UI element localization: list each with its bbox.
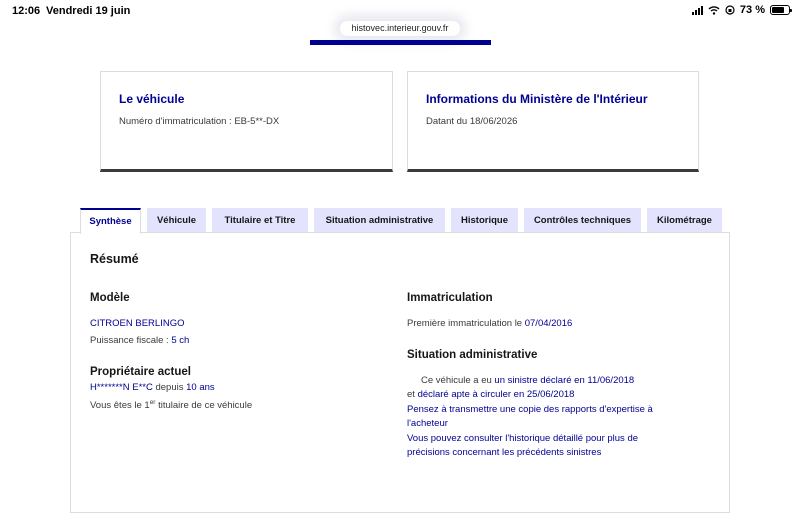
summary-title: Résumé: [90, 252, 139, 266]
tab-historique[interactable]: Historique: [451, 208, 518, 233]
sinistre-link[interactable]: un sinistre déclaré en 11/06/2018: [494, 375, 634, 386]
tab-kilometrage[interactable]: Kilométrage: [647, 208, 722, 233]
owner-heading: Propriétaire actuel: [90, 366, 191, 378]
owner-duration: 10 ans: [186, 382, 215, 393]
history-details-line-2[interactable]: précisions concernant les précédents sin…: [407, 446, 601, 461]
vehicle-card: Le véhicule Numéro d'immatriculation : E…: [100, 71, 393, 172]
status-indicators: 73 %: [691, 4, 792, 16]
fiscal-power-label: Puissance fiscale :: [90, 335, 172, 346]
status-date: Vendredi 19 juin: [46, 5, 131, 17]
owner-line: H*******N E**C depuis 10 ans: [90, 381, 215, 396]
owner-rank-suffix: titulaire de ce véhicule: [155, 400, 253, 411]
status-time: 12:06: [12, 5, 41, 17]
tab-bar: Synthèse Véhicule Titulaire et Titre Sit…: [80, 208, 722, 234]
tab-vehicule[interactable]: Véhicule: [147, 208, 206, 233]
first-registration: Première immatriculation le 07/04/2016: [407, 317, 572, 332]
ministry-card-title: Informations du Ministère de l'Intérieur: [426, 92, 648, 106]
owner-rank-prefix: Vous êtes le 1: [90, 400, 150, 411]
admin-line-1: Ce véhicule a eu un sinistre déclaré en …: [421, 374, 634, 389]
first-registration-date: 07/04/2016: [524, 318, 573, 329]
cellular-signal-icon: [691, 5, 703, 15]
vehicle-card-title: Le véhicule: [119, 92, 185, 106]
fiscal-power: Puissance fiscale : 5 ch: [90, 334, 189, 349]
first-registration-label: Première immatriculation le: [407, 318, 525, 329]
owner-name: H*******N E**C: [90, 382, 153, 393]
wifi-icon: [708, 6, 720, 15]
history-details-line-1[interactable]: Vous pouvez consulter l'historique détai…: [407, 432, 638, 447]
tab-controles-techniques[interactable]: Contrôles techniques: [524, 208, 641, 233]
status-bar: 12:06 Vendredi 19 juin 73 %: [0, 0, 800, 22]
tab-situation-administrative[interactable]: Situation administrative: [314, 208, 445, 233]
expertise-reports-line-1[interactable]: Pensez à transmettre une copie des rappo…: [407, 403, 653, 418]
model-heading: Modèle: [90, 292, 130, 304]
owner-rank: Vous êtes le 1er titulaire de ce véhicul…: [90, 396, 252, 414]
header-accent-strip: [310, 40, 491, 45]
orientation-lock-icon: [725, 5, 735, 15]
admin-line-1-prefix: Ce véhicule a eu: [421, 375, 495, 386]
apte-circuler-link[interactable]: déclaré apte à circuler en 25/06/2018: [418, 389, 575, 400]
admin-line-2: et déclaré apte à circuler en 25/06/2018: [407, 388, 574, 403]
battery-icon: [770, 5, 792, 15]
vehicle-registration-number: Numéro d'immatriculation : EB-5**-DX: [119, 116, 280, 127]
expertise-reports-line-2[interactable]: l'acheteur: [407, 417, 448, 432]
ministry-card: Informations du Ministère de l'Intérieur…: [407, 71, 699, 172]
admin-situation-heading: Situation administrative: [407, 349, 538, 361]
url-bar[interactable]: histovec.interieur.gouv.fr: [340, 21, 460, 36]
admin-line-2-prefix: et: [407, 389, 418, 400]
fiscal-power-value: 5 ch: [171, 335, 190, 346]
battery-percent: 73 %: [739, 4, 765, 16]
ministry-data-date: Datant du 18/06/2026: [426, 116, 518, 127]
registration-heading: Immatriculation: [407, 292, 493, 304]
tab-titulaire-et-titre[interactable]: Titulaire et Titre: [212, 208, 308, 233]
tab-synthese[interactable]: Synthèse: [80, 208, 141, 234]
vehicle-model: CITROEN BERLINGO: [90, 318, 185, 329]
owner-since-label: depuis: [152, 382, 187, 393]
